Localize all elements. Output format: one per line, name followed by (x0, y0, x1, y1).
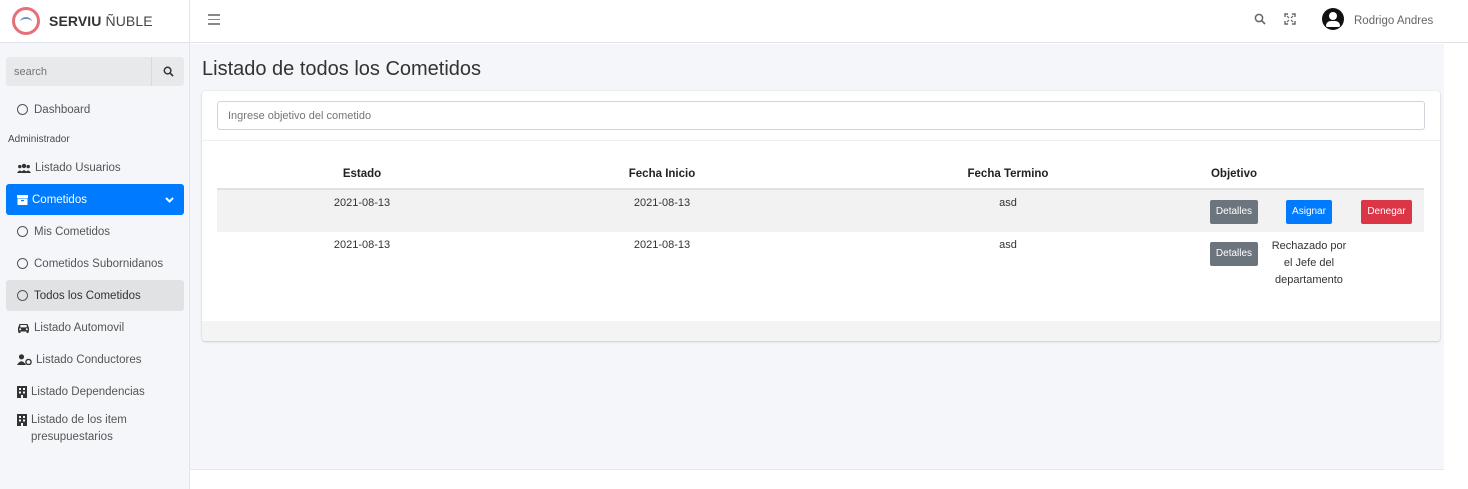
sidebar-item-cometidos-subornidanos[interactable]: Cometidos Subornidanos (6, 248, 184, 279)
cell-detalles: Detalles (1199, 232, 1269, 312)
column-header-fecha-termino: Fecha Termino (817, 159, 1199, 190)
cell-detalles: Detalles (1199, 189, 1269, 232)
sidebar-item-label: Listado Usuarios (35, 161, 121, 174)
cometidos-table: Estado Fecha Inicio Fecha Termino Objeti… (217, 159, 1424, 312)
sidebar-item-label: Todos los Cometidos (34, 289, 141, 302)
denegar-button[interactable]: Denegar (1361, 200, 1412, 224)
circle-icon (17, 226, 28, 237)
sidebar-item-cometidos[interactable]: Cometidos (6, 184, 184, 215)
driver-icon (17, 354, 32, 365)
cell-fecha-inicio: 2021-08-13 (633, 239, 691, 251)
building-icon (17, 414, 27, 426)
status-text: Rechazado por el Jefe del departamento (1271, 240, 1347, 286)
sidebar-search-input[interactable] (6, 57, 151, 86)
navbar-search-button[interactable] (1254, 13, 1266, 28)
cell-estado: 2021-08-13 (333, 239, 391, 251)
brand[interactable]: SERVIU ÑUBLE (0, 0, 189, 43)
brand-name-bold: SERVIU (49, 13, 102, 29)
cell-estado: 2021-08-13 (217, 189, 507, 232)
column-header-estado: Estado (217, 159, 507, 190)
circle-icon (17, 290, 28, 301)
table-row: 2021-08-13 2021-08-13 asd Detalles Recha… (217, 232, 1424, 312)
brand-name: SERVIU ÑUBLE (49, 13, 153, 29)
sidebar: SERVIU ÑUBLE Dashboard Administrador Lis… (0, 0, 190, 489)
fullscreen-button[interactable] (1284, 13, 1296, 28)
cell-fecha-inicio: 2021-08-13 (507, 189, 817, 232)
sidebar-item-label: Dashboard (34, 103, 91, 116)
column-header-empty (1269, 159, 1349, 190)
objective-filter-input[interactable] (217, 101, 1425, 130)
column-header-empty (1349, 159, 1424, 190)
cell-fecha-termino: asd (817, 189, 1199, 232)
sidebar-item-label: Listado de los item presupuestarios (31, 414, 127, 443)
sidebar-item-listado-automovil[interactable]: Listado Automovil (6, 312, 184, 343)
brand-logo (12, 7, 40, 35)
circle-icon (17, 258, 28, 269)
sidebar-item-label: Listado Conductores (36, 353, 142, 366)
expand-icon (1284, 13, 1296, 25)
user-avatar-icon[interactable] (1322, 8, 1344, 30)
sidebar-item-item-presupuestarios[interactable]: Listado de los item presupuestarios (6, 408, 184, 448)
page-scrollbar[interactable] (1444, 44, 1468, 489)
sidebar-search (6, 57, 184, 86)
menu-toggle-icon[interactable] (208, 14, 220, 28)
sidebar-item-label: Mis Cometidos (34, 225, 111, 238)
cell-status: Rechazado por el Jefe del departamento (1269, 232, 1349, 312)
asignar-button[interactable]: Asignar (1286, 200, 1332, 224)
sidebar-item-listado-dependencias[interactable]: Listado Dependencias (6, 376, 184, 407)
sidebar-header-administrador: Administrador (8, 133, 70, 145)
sidebar-item-listado-usuarios[interactable]: Listado Usuarios (6, 152, 184, 183)
card-footer (202, 321, 1440, 341)
users-icon (17, 163, 31, 173)
sidebar-nav: Dashboard Administrador Listado Usuarios… (6, 94, 184, 449)
detalles-button[interactable]: Detalles (1209, 242, 1259, 266)
cometidos-card: Estado Fecha Inicio Fecha Termino Objeti… (202, 91, 1440, 341)
sidebar-item-label: Listado Dependencias (31, 385, 145, 398)
chevron-down-icon (165, 196, 174, 203)
circle-icon (17, 104, 28, 115)
footer-strip (190, 469, 1444, 489)
sidebar-item-label: Cometidos Subornidanos (34, 257, 164, 270)
cell-empty (1349, 232, 1424, 312)
sidebar-item-todos-los-cometidos[interactable]: Todos los Cometidos (6, 280, 184, 311)
card-divider (202, 140, 1440, 141)
cell-fecha-termino: asd (999, 239, 1017, 251)
main-content: Listado de todos los Cometidos Estado Fe… (190, 44, 1444, 469)
brand-name-rest: ÑUBLE (105, 13, 153, 29)
column-header-objetivo: Objetivo (1199, 159, 1269, 190)
sidebar-item-dashboard[interactable]: Dashboard (6, 94, 184, 125)
building-icon (17, 385, 27, 398)
sidebar-search-button[interactable] (151, 57, 184, 86)
search-icon (1254, 13, 1266, 25)
sidebar-item-label: Cometidos (32, 193, 87, 206)
car-icon (17, 323, 30, 333)
table-header-row: Estado Fecha Inicio Fecha Termino Objeti… (217, 159, 1424, 190)
detalles-button[interactable]: Detalles (1209, 200, 1259, 224)
search-icon (163, 66, 174, 77)
sidebar-item-mis-cometidos[interactable]: Mis Cometidos (6, 216, 184, 247)
cell-asignar: Asignar (1269, 189, 1349, 232)
column-header-fecha-inicio: Fecha Inicio (507, 159, 817, 190)
page-title: Listado de todos los Cometidos (202, 58, 482, 80)
sidebar-item-listado-conductores[interactable]: Listado Conductores (6, 344, 184, 375)
top-navbar: Rodrigo Andres (190, 0, 1468, 43)
table-row: 2021-08-13 2021-08-13 asd Detalles Asign… (217, 189, 1424, 232)
sidebar-item-label: Listado Automovil (34, 321, 125, 334)
user-name[interactable]: Rodrigo Andres (1354, 15, 1433, 27)
folder-icon (17, 194, 28, 205)
cell-denegar: Denegar (1349, 189, 1424, 232)
